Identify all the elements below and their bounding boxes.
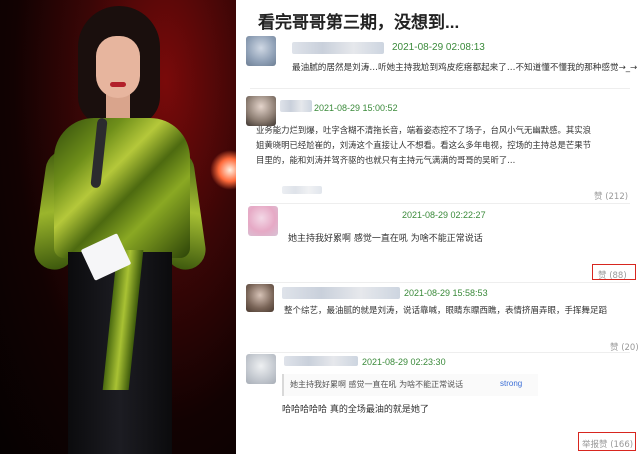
username-blurred[interactable] <box>282 287 400 299</box>
avatar[interactable] <box>246 96 276 126</box>
comment-text-line: 姐黄晓明已经尬崔的，刘涛这个直接让人不想看。看这么多年电视，控场的主持总是芒果节 <box>256 140 591 150</box>
quoted-reply: 她主持我好累啊 感觉一直在吼 为啥不能正常说话 strong <box>282 374 538 396</box>
divider <box>250 88 630 89</box>
highlight-box <box>592 264 636 280</box>
green-blouse <box>54 118 190 258</box>
comment-panel: 看完哥哥第三期，没想到... 2021-08-29 02:08:13 最油腻的居… <box>236 0 640 454</box>
host-photo <box>0 0 236 454</box>
avatar[interactable] <box>246 354 276 384</box>
comment-time: 2021-08-29 15:00:52 <box>314 103 398 113</box>
quoted-text: 她主持我好累啊 感觉一直在吼 为啥不能正常说话 <box>290 380 464 389</box>
comment-time: 2021-08-29 02:23:30 <box>362 357 446 367</box>
divider <box>250 282 630 283</box>
avatar[interactable] <box>246 36 276 66</box>
comment-text: 最油腻的居然是刘涛…听她主持我尬到鸡皮疙瘩都起来了…不知道懂不懂我的那种感觉→_… <box>292 63 638 73</box>
like-button[interactable]: 赞 (212) <box>594 190 628 202</box>
comment-text-line: 业务能力烂到爆，吐字含糊不清拖长音，端着姿态控不了场子，台风小气无幽默感。其实浪 <box>256 125 591 135</box>
comment-time: 2021-08-29 02:08:13 <box>392 42 485 53</box>
face <box>96 36 140 98</box>
quoted-tag: strong <box>500 379 523 388</box>
highlight-box <box>578 432 636 451</box>
username-blurred[interactable] <box>292 42 384 54</box>
username-blurred <box>282 186 322 194</box>
headline: 看完哥哥第三期，没想到... <box>258 13 460 32</box>
divider <box>250 352 630 353</box>
comment-text-line: 目里的，能和刘涛并驾齐驱的也就只有主持元气满满的哥哥的吴昕了... <box>256 155 516 165</box>
comment-text: 她主持我好累啊 感觉一直在吼 为啥不能正常说话 <box>288 234 483 244</box>
avatar[interactable] <box>246 284 274 312</box>
stage-light <box>210 150 236 190</box>
comment-text: 整个综艺，最油腻的就是刘涛，说话靠喊，眼睛东瞟西瞧，表情挤眉弄眼，手挥舞足蹈 <box>284 306 608 316</box>
username-blurred[interactable] <box>284 356 358 366</box>
username-blurred[interactable] <box>280 100 312 112</box>
avatar[interactable] <box>248 206 278 236</box>
comment-time: 2021-08-29 02:22:27 <box>402 210 486 220</box>
lips <box>110 82 126 87</box>
comment-time: 2021-08-29 15:58:53 <box>404 288 488 298</box>
divider <box>250 203 630 204</box>
comment-text: 哈哈哈哈哈 真的全场最油的就是她了 <box>282 405 429 415</box>
